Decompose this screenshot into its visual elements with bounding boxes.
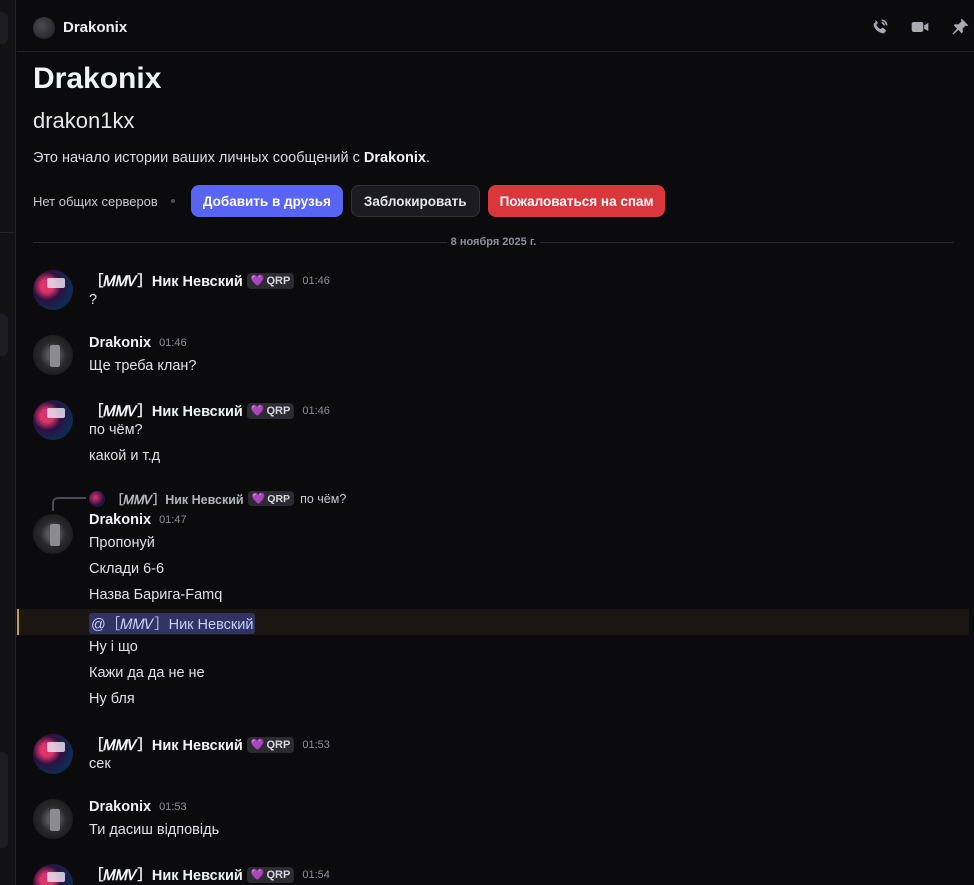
server-tag-label: QRP — [266, 404, 291, 417]
pin-icon[interactable] — [950, 17, 970, 37]
sidebar-item[interactable] — [0, 12, 8, 44]
server-list-edge — [0, 0, 16, 885]
author-name[interactable]: ［𝑀𝑀𝑉］Ник Невский — [89, 270, 243, 291]
message-content: по чём? — [89, 422, 143, 438]
server-tag-label: QRP — [266, 738, 291, 751]
server-tag[interactable]: 💜 QRP — [246, 272, 295, 289]
separator-dot — [170, 199, 175, 203]
avatar[interactable] — [33, 734, 73, 774]
header-avatar[interactable] — [33, 16, 55, 39]
message-content: ? — [89, 292, 98, 308]
intro-display-name: Drakonix — [33, 62, 162, 95]
intro-description-prefix: Это начало истории ваших личных сообщени… — [33, 150, 364, 166]
block-button[interactable]: Заблокировать — [350, 185, 480, 217]
avatar[interactable] — [33, 335, 73, 375]
message-content: какой и т.д — [89, 448, 161, 464]
intro-description: Это начало истории ваших личных сообщени… — [33, 150, 958, 166]
avatar[interactable] — [33, 400, 73, 440]
timestamp: 01:53 — [159, 801, 187, 813]
reply-author[interactable]: ［𝑀𝑀𝑉］Ник Невский — [111, 489, 244, 508]
server-tag-label: QRP — [266, 274, 291, 287]
server-tag[interactable]: 💜 QRP — [246, 736, 295, 753]
message-content: Склади 6-6 — [89, 561, 165, 577]
author-name[interactable]: ［𝑀𝑀𝑉］Ник Невский — [89, 734, 243, 755]
author-name[interactable]: Drakonix — [89, 799, 151, 815]
sidebar-divider — [0, 232, 16, 233]
date-divider: 8 ноября 2025 г. — [33, 236, 954, 249]
avatar[interactable] — [33, 270, 73, 310]
add-friend-button[interactable]: Добавить в друзья — [190, 185, 343, 217]
report-spam-button[interactable]: Пожаловаться на спам — [487, 185, 666, 217]
message-content: сек — [89, 756, 111, 772]
server-tag[interactable]: 💜 QRP — [246, 866, 295, 883]
user-mention[interactable]: @［𝑀𝑀𝑉］Ник Невский — [89, 613, 256, 634]
intro-actions: Нет общих серверов Добавить в друзья Заб… — [33, 185, 958, 217]
message-content: Ну бля — [89, 691, 135, 707]
timestamp: 01:53 — [302, 738, 330, 751]
reply-preview[interactable]: ［𝑀𝑀𝑉］Ник Невский 💜 QRP по чём? — [89, 489, 346, 508]
timestamp: 01:46 — [302, 274, 330, 287]
header-title[interactable]: Drakonix — [63, 19, 127, 36]
avatar[interactable] — [33, 864, 73, 885]
dm-intro: Drakonix drakon1kx Это начало истории ва… — [17, 53, 974, 217]
reply-avatar — [89, 490, 105, 507]
channel-header: Drakonix — [17, 4, 974, 52]
timestamp: 01:46 — [159, 337, 187, 349]
message-scroller[interactable]: Drakonix drakon1kx Это начало истории ва… — [17, 53, 974, 885]
author-name[interactable]: Drakonix — [89, 335, 151, 351]
heart-icon: 💜 — [250, 275, 265, 287]
heart-icon: 💜 — [250, 739, 265, 751]
intro-description-suffix: . — [425, 150, 430, 166]
reply-text: по чём? — [300, 491, 347, 506]
timestamp: 01:47 — [159, 514, 187, 526]
timestamp: 01:54 — [302, 868, 330, 881]
intro-username: drakon1kx — [33, 108, 135, 133]
timestamp: 01:46 — [302, 404, 330, 417]
video-icon[interactable] — [910, 17, 930, 37]
avatar[interactable] — [33, 514, 73, 554]
heart-icon: 💜 — [251, 493, 266, 505]
sidebar-item[interactable] — [0, 314, 8, 356]
mutual-servers-label: Нет общих серверов — [33, 193, 158, 209]
heart-icon: 💜 — [250, 869, 265, 881]
server-tag-label: QRP — [267, 492, 291, 505]
heart-icon: 💜 — [250, 405, 265, 417]
sidebar-item[interactable] — [0, 752, 8, 848]
message-content: Кажи да да не не — [89, 665, 205, 681]
author-name[interactable]: ［𝑀𝑀𝑉］Ник Невский — [89, 400, 243, 421]
message-content: Ще треба клан? — [89, 358, 197, 374]
dm-panel: Drakonix Drakonix drakon1kx Это начало и… — [17, 4, 974, 885]
message-content: Пропонуй — [89, 535, 155, 551]
server-tag-label: QRP — [266, 868, 291, 881]
server-tag[interactable]: 💜 QRP — [246, 402, 295, 419]
message-content: Ну і що — [89, 639, 138, 655]
author-name[interactable]: ［𝑀𝑀𝑉］Ник Невский — [89, 864, 243, 885]
avatar[interactable] — [33, 799, 73, 839]
date-divider-label: 8 ноября 2025 г. — [446, 236, 541, 248]
author-name[interactable]: Drakonix — [89, 512, 151, 528]
phone-call-icon[interactable] — [870, 17, 890, 37]
reply-spine — [52, 497, 86, 511]
message-content: Ти дасиш відповідь — [89, 822, 220, 838]
server-tag: 💜 QRP — [247, 491, 295, 506]
intro-description-name: Drakonix — [363, 150, 426, 166]
message-content: Назва Барига-Famq — [89, 587, 223, 603]
